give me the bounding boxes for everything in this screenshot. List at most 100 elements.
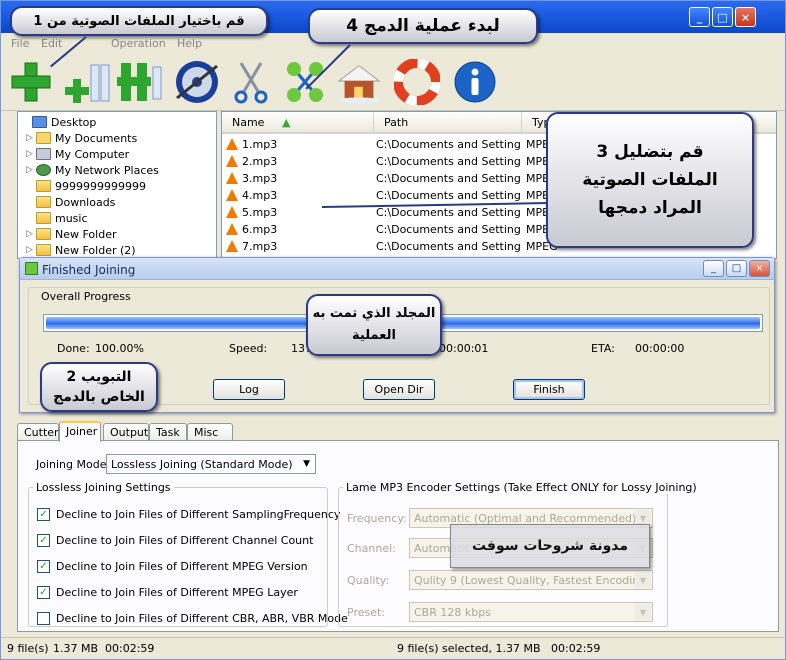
checkbox-label: Decline to Join Files of Different MPEG … xyxy=(56,585,298,599)
channel-label: Channel: xyxy=(347,542,396,555)
joiner-app-icon xyxy=(25,262,38,275)
quality-label: Quality: xyxy=(347,574,390,587)
dialog-close-button[interactable]: × xyxy=(749,260,770,277)
maximize-button[interactable]: □ xyxy=(712,7,733,27)
checkmark-icon[interactable]: ✓ xyxy=(37,507,50,521)
cutter-button[interactable] xyxy=(227,57,275,107)
dialog-title: Finished Joining xyxy=(42,263,136,277)
checkmark-icon[interactable]: ✓ xyxy=(37,559,50,573)
lossless-group-label: Lossless Joining Settings xyxy=(33,481,174,494)
checkmark-icon[interactable]: ✓ xyxy=(37,585,50,599)
tree-item[interactable]: ▷ New Folder (2) xyxy=(26,242,136,258)
expand-arrow-icon[interactable]: ▷ xyxy=(26,165,36,175)
tree-item[interactable]: ▷ My Computer xyxy=(26,146,129,162)
annotation-step3: 3 قم بتضليل الملفات الصوتية المراد دمجها xyxy=(546,112,754,248)
menu-help[interactable]: Help xyxy=(177,37,202,50)
folder-icon xyxy=(36,228,51,240)
tree-item-label: My Documents xyxy=(55,131,138,145)
expand-arrow-icon[interactable]: ▷ xyxy=(26,245,36,255)
chevron-down-icon: ▼ xyxy=(635,604,651,620)
status-bar: 9 file(s) 1.37 MB 00:02:59 9 file(s) sel… xyxy=(1,637,785,659)
empty-checkbox-icon[interactable] xyxy=(37,611,50,625)
file-path-cell: C:\Documents and Setting... xyxy=(376,223,520,236)
speed-label: Speed: xyxy=(229,342,268,355)
tab-joiner[interactable]: Joiner xyxy=(59,421,101,442)
decline-checkbox[interactable]: ✓ Decline to Join Files of Different MPEG… xyxy=(37,558,308,574)
add-multiple-button[interactable] xyxy=(117,57,165,107)
folder-icon xyxy=(36,196,51,208)
tree-item[interactable]: music xyxy=(26,210,88,226)
tree-item[interactable]: ▷ My Documents xyxy=(26,130,137,146)
file-name-cell: 5.mp3 xyxy=(226,206,277,219)
preset-select[interactable]: CBR 128 kbps ▼ xyxy=(409,602,653,622)
column-name[interactable]: Name ▲ xyxy=(222,112,374,134)
menu-operation[interactable]: Operation xyxy=(111,37,166,50)
overall-progress-label: Overall Progress xyxy=(41,290,131,303)
join-disc-button[interactable] xyxy=(173,57,221,107)
tree-item-label: New Folder xyxy=(55,227,117,241)
add-files-icon xyxy=(11,62,51,102)
finish-button[interactable]: Finish xyxy=(513,379,585,400)
add-folder-button[interactable] xyxy=(63,57,111,107)
checkmark-icon[interactable]: ✓ xyxy=(37,533,50,547)
annotation-step4: 4 لبدء عملية الدمج xyxy=(308,8,538,44)
dialog-minimize-button[interactable]: _ xyxy=(703,260,724,277)
lifebuoy-help-icon xyxy=(394,59,440,105)
file-path-cell: C:\Documents and Setting... xyxy=(376,240,520,253)
annotation-step2: 2 التبويب الخاص بالدمج xyxy=(40,362,158,412)
checkbox-label: Decline to Join Files of Different Chann… xyxy=(56,533,314,547)
decline-checkbox[interactable]: ✓ Decline to Join Files of Different MPEG… xyxy=(37,584,298,600)
add-files-button[interactable] xyxy=(7,57,55,107)
tree-item[interactable]: 9999999999999 xyxy=(26,178,146,194)
tab-output[interactable]: Output xyxy=(103,423,149,441)
log-button[interactable]: Log xyxy=(213,379,285,400)
tree-item[interactable]: Downloads xyxy=(26,194,115,210)
about-button[interactable] xyxy=(451,57,499,107)
folder-tree[interactable]: Desktop ▷ My Documents ▷ My Computer ▷ My Netw… xyxy=(17,111,217,259)
file-name: 3.mp3 xyxy=(242,172,278,185)
tree-item[interactable]: Desktop xyxy=(22,114,96,130)
desktop-icon xyxy=(32,116,47,128)
minimize-button[interactable]: _ xyxy=(689,7,710,27)
quality-select[interactable]: Qulity 9 (Lowest Quality, Fastest Encodi… xyxy=(409,570,653,590)
file-name-cell: 2.mp3 xyxy=(226,155,277,168)
close-button[interactable]: × xyxy=(735,7,756,27)
annotation-open-dir: المجلد الذي تمت به العملية xyxy=(306,294,442,356)
home-button[interactable] xyxy=(335,57,383,107)
merge-button[interactable] xyxy=(281,57,329,107)
chevron-down-icon: ▼ xyxy=(635,572,651,588)
tree-item[interactable]: ▷ New Folder xyxy=(26,226,116,242)
status-total-size: 1.37 MB xyxy=(53,642,99,655)
file-name-cell: 7.mp3 xyxy=(226,240,277,253)
cabin-icon xyxy=(337,65,381,104)
dialog-maximize-button[interactable]: □ xyxy=(726,260,747,277)
vlc-cone-icon xyxy=(226,223,238,235)
tab-cutter[interactable]: Cutter xyxy=(17,423,59,441)
help-button[interactable] xyxy=(393,57,441,107)
vlc-cone-icon xyxy=(226,206,238,218)
decline-checkbox[interactable]: Decline to Join Files of Different CBR, … xyxy=(37,610,348,626)
menu-file[interactable]: File xyxy=(11,37,29,50)
expand-arrow-icon[interactable]: ▷ xyxy=(26,133,36,143)
file-path-cell: C:\Documents and Setting... xyxy=(376,155,520,168)
tab-task[interactable]: Task xyxy=(149,423,187,441)
frequency-label: Frequency: xyxy=(347,512,407,525)
tab-misc[interactable]: Misc xyxy=(187,423,233,441)
preset-label: Preset: xyxy=(347,606,386,619)
merge-nodes-icon xyxy=(287,62,323,102)
file-path-cell: C:\Documents and Setting... xyxy=(376,189,520,202)
join-disc-icon xyxy=(176,61,218,103)
decline-checkbox[interactable]: ✓ Decline to Join Files of Different Samp… xyxy=(37,506,340,522)
joining-mode-label: Joining Mode: xyxy=(36,458,111,471)
column-path[interactable]: Path xyxy=(374,112,522,134)
expand-arrow-icon[interactable]: ▷ xyxy=(26,229,36,239)
done-label: Done: xyxy=(57,342,90,355)
tree-item-label: My Computer xyxy=(55,147,130,161)
menu-edit[interactable]: Edit xyxy=(41,37,62,50)
joining-mode-select[interactable]: Lossless Joining (Standard Mode) ▼ xyxy=(106,454,316,474)
open-dir-button[interactable]: Open Dir xyxy=(363,379,435,400)
expand-arrow-icon[interactable]: ▷ xyxy=(26,149,36,159)
vlc-cone-icon xyxy=(226,172,238,184)
decline-checkbox[interactable]: ✓ Decline to Join Files of Different Chan… xyxy=(37,532,313,548)
tree-item[interactable]: ▷ My Network Places xyxy=(26,162,159,178)
